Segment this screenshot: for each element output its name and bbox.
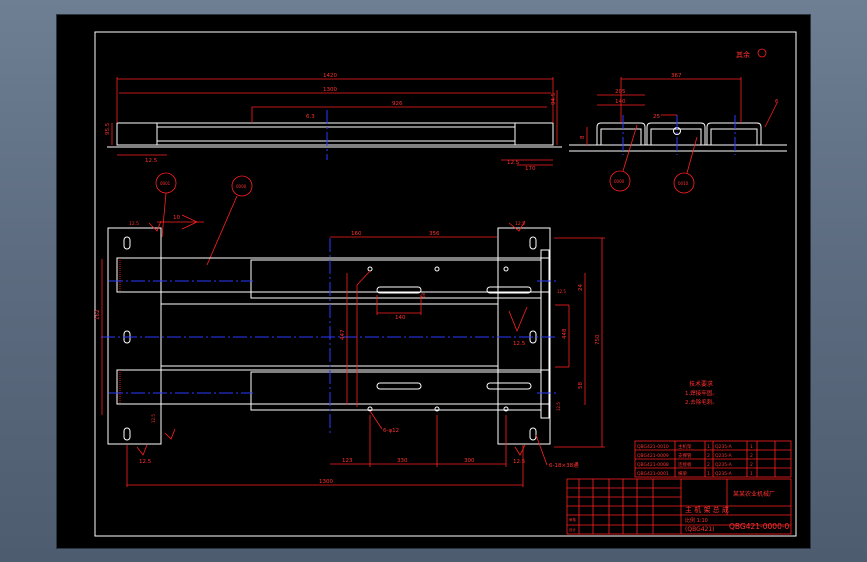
svg-text:1: 1 (750, 471, 753, 477)
tech-req-line2: 2.去除毛刺。 (685, 398, 718, 406)
svg-text:QBG421-0001: QBG421-0001 (637, 471, 669, 477)
dim-plan-356: 356 (429, 231, 440, 237)
dim-plan-left-v: 162 (95, 310, 101, 321)
svg-text:2: 2 (750, 453, 753, 459)
svg-text:12.5: 12.5 (151, 414, 156, 423)
surface-note: 其余 (736, 50, 750, 59)
tech-req-line1: 1.焊接牢固。 (685, 389, 718, 397)
dim-side-140: 140 (615, 99, 626, 105)
svg-text:0001: 0001 (160, 181, 171, 186)
dim-plan-25: 12.5 (557, 289, 566, 294)
dim-side-25: 25 (653, 114, 660, 120)
dim-overall-length: 1420 (323, 73, 337, 79)
svg-text:支撑管: 支撑管 (678, 452, 692, 459)
dim-inner-length: 1300 (323, 87, 337, 93)
dim-side-width: 367 (671, 73, 682, 79)
svg-text:Q235-A: Q235-A (715, 444, 733, 450)
dim-plan-447: 447 (340, 329, 346, 340)
front-view: 1420 1300 926 6.3 95.5 94.5 12.5 12.5 17… (105, 73, 562, 172)
material-code: (QBG421) (685, 526, 715, 533)
svg-text:连接板: 连接板 (678, 461, 692, 468)
dim-plan-58: 58 (578, 382, 584, 389)
dim-left-height: 95.5 (105, 122, 111, 135)
svg-text:1: 1 (707, 471, 710, 477)
svg-text:主机架: 主机架 (678, 443, 692, 450)
plan-view: 160 356 140 58 123 330 300 1300 162 447 … (95, 214, 605, 487)
company-name: 某某农业机械厂 (733, 490, 775, 498)
dim-plan-10: 10 (173, 215, 180, 221)
svg-text:2: 2 (750, 462, 753, 468)
svg-text:Q235-A: Q235-A (715, 453, 733, 459)
svg-text:0000: 0000 (614, 179, 625, 184)
svg-text:1: 1 (750, 444, 753, 450)
svg-text:8: 8 (580, 135, 586, 139)
bom-table: QBG421-0010 主机架 1 Q235-A 1 QBG421-0009 支… (634, 440, 792, 478)
title-block: 某某农业机械厂 主 机 架 总 成 比例 1:10 (QBG421) QBG42… (566, 478, 792, 535)
svg-text:0000: 0000 (236, 184, 247, 189)
part-name: 主 机 架 总 成 (685, 505, 729, 514)
tech-requirements: 技术要求 1.焊接牢固。 2.去除毛刺。 (685, 380, 718, 406)
dim-side-inner: 205 (615, 89, 626, 95)
dim-plan-24: 24 (578, 284, 584, 291)
svg-text:6: 6 (775, 99, 779, 105)
svg-text:0010: 0010 (678, 181, 689, 186)
svg-text:2: 2 (707, 453, 710, 459)
dim-right-offset: 170 (525, 166, 536, 172)
svg-text:审核: 审核 (569, 517, 577, 522)
roughness-3: 12.5 (513, 341, 526, 347)
dim-mid-span: 926 (392, 101, 403, 107)
dim-plan-300: 300 (464, 458, 475, 464)
dim-plan-123: 123 (342, 458, 353, 464)
svg-text:58: 58 (421, 292, 426, 298)
dim-bottom-left: 12.5 (145, 158, 158, 164)
drawing-frame (94, 31, 797, 537)
drawing-canvas: 其余 1420 1300 926 6.3 95.5 94.5 12.5 12.5… (56, 14, 811, 549)
svg-text:Q235-A: Q235-A (715, 462, 733, 468)
cad-drawing: 其余 1420 1300 926 6.3 95.5 94.5 12.5 12.5… (94, 31, 797, 537)
side-view: 367 205 140 25 6 8 (569, 73, 787, 155)
balloon-group: 0001 0000 0000 0010 (155, 124, 698, 266)
svg-text:设计: 设计 (569, 527, 577, 532)
dim-plan-448: 448 (562, 328, 568, 339)
hole-note-2: 6-18×38通 (549, 461, 579, 469)
dim-plan-1300: 1300 (319, 479, 333, 485)
svg-text:横梁: 横梁 (678, 470, 687, 477)
svg-text:12.5: 12.5 (556, 402, 561, 411)
svg-text:12.5: 12.5 (129, 221, 139, 227)
hole-note-1: 6-φ12 (383, 428, 399, 434)
svg-text:QBG421-0009: QBG421-0009 (637, 453, 669, 459)
roughness-1: 12.5 (139, 459, 152, 465)
dim-right-height: 94.5 (551, 92, 557, 105)
dim-plan-140: 140 (395, 315, 406, 321)
dim-plan-330: 330 (397, 458, 408, 464)
svg-text:2: 2 (707, 462, 710, 468)
tech-req-title: 技术要求 (689, 380, 713, 388)
dim-plan-160: 160 (351, 231, 362, 237)
roughness-2: 12.5 (513, 459, 526, 465)
svg-text:Q235-A: Q235-A (715, 471, 733, 477)
svg-text:QBG421-0008: QBG421-0008 (637, 462, 669, 468)
dim-plan-750: 750 (595, 334, 601, 345)
svg-text:6.3: 6.3 (306, 114, 315, 120)
roughness-symbol-icon (757, 48, 767, 58)
scale-label: 比例 1:10 (685, 517, 708, 524)
svg-text:QBG421-0010: QBG421-0010 (637, 444, 669, 450)
drawing-code: QBG421-0000-0 (729, 522, 790, 531)
svg-text:1: 1 (707, 444, 710, 450)
